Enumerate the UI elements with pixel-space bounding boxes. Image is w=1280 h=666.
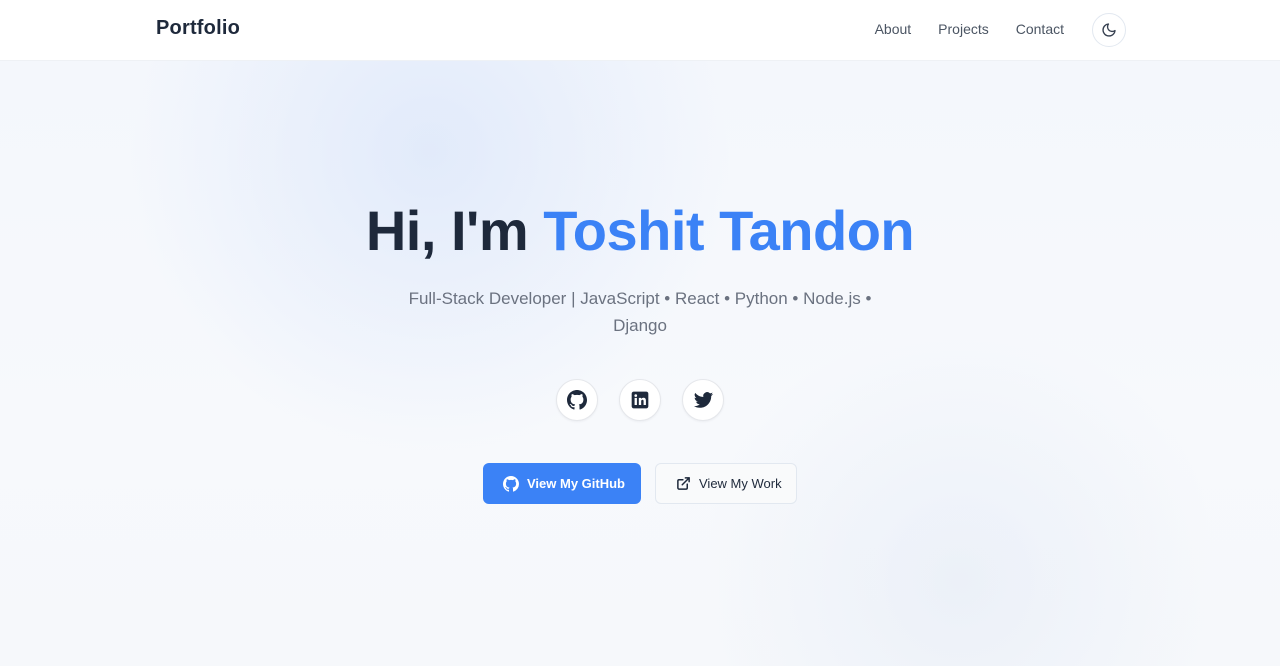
- hero-section: Hi, I'm Toshit Tandon Full-Stack Develop…: [0, 61, 1280, 666]
- main-nav: About Projects Contact: [875, 21, 1064, 37]
- linkedin-link[interactable]: [619, 379, 661, 421]
- moon-icon: [1101, 22, 1117, 38]
- view-work-button[interactable]: View My Work: [655, 463, 797, 504]
- linkedin-icon: [630, 390, 650, 410]
- hero-name: Toshit Tandon: [543, 199, 915, 262]
- hero-actions: View My GitHub View My Work: [0, 463, 1280, 504]
- greeting-text: Hi, I'm: [365, 199, 529, 262]
- nav-link-projects[interactable]: Projects: [938, 21, 989, 37]
- github-icon: [503, 475, 519, 492]
- twitter-icon: [693, 390, 714, 411]
- view-github-button[interactable]: View My GitHub: [483, 463, 641, 504]
- view-work-label: View My Work: [699, 476, 782, 491]
- github-link[interactable]: [556, 379, 598, 421]
- social-links: [0, 379, 1280, 421]
- theme-toggle-button[interactable]: [1092, 13, 1126, 47]
- hero-headline: Hi, I'm Toshit Tandon: [0, 197, 1280, 265]
- site-header: Portfolio About Projects Contact: [0, 0, 1280, 61]
- external-link-icon: [676, 476, 691, 491]
- twitter-link[interactable]: [682, 379, 724, 421]
- view-github-label: View My GitHub: [527, 476, 625, 491]
- github-icon: [567, 390, 587, 410]
- hero-tagline: Full-Stack Developer | JavaScript • Reac…: [408, 289, 872, 335]
- brand-logo[interactable]: Portfolio: [156, 17, 240, 40]
- nav-link-about[interactable]: About: [875, 21, 912, 37]
- nav-link-contact[interactable]: Contact: [1016, 21, 1064, 37]
